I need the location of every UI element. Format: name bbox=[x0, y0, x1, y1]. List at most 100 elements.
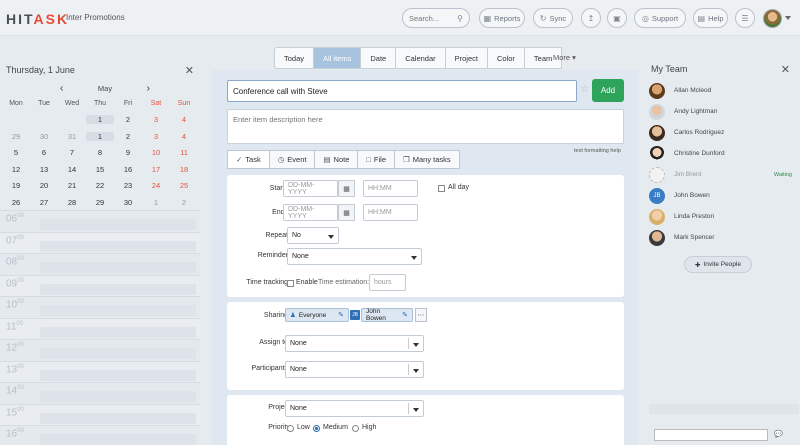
workspace-name[interactable]: Inter Promotions bbox=[66, 13, 125, 22]
help-button[interactable]: ▤ Help bbox=[693, 8, 728, 28]
tab-today[interactable]: Today bbox=[274, 47, 315, 69]
calendar-day[interactable]: 19 bbox=[2, 181, 30, 190]
calendar-day[interactable]: 22 bbox=[86, 181, 114, 190]
calendar-day[interactable]: 11 bbox=[170, 148, 198, 157]
enable-tracking-checkbox[interactable] bbox=[287, 280, 294, 287]
calendar-day[interactable]: 2 bbox=[170, 198, 198, 207]
calendar-day[interactable]: 3 bbox=[142, 115, 170, 124]
tab-calendar[interactable]: Calendar bbox=[395, 47, 446, 69]
calendar-day[interactable]: 10 bbox=[142, 148, 170, 157]
calendar-day[interactable]: 9 bbox=[114, 148, 142, 157]
end-date-field[interactable]: DD-MM-YYYY bbox=[283, 204, 338, 221]
upload-button[interactable]: ↥ bbox=[581, 8, 601, 28]
calendar-day[interactable]: 30 bbox=[114, 198, 142, 207]
repeat-select[interactable]: No bbox=[287, 227, 339, 244]
calendar-day[interactable]: 2 bbox=[114, 132, 142, 141]
calendar-day[interactable]: 4 bbox=[170, 132, 198, 141]
priority-high-radio[interactable] bbox=[352, 425, 359, 432]
hour-slot[interactable]: 1100 bbox=[0, 317, 200, 339]
priority-low-radio[interactable] bbox=[287, 425, 294, 432]
hour-slot[interactable]: 1300 bbox=[0, 360, 200, 382]
calendar-day[interactable]: 14 bbox=[58, 165, 86, 174]
hour-slot[interactable]: 0900 bbox=[0, 274, 200, 296]
invite-people-button[interactable]: ✚ Invite People bbox=[684, 256, 752, 273]
calendar-day[interactable]: 13 bbox=[30, 165, 58, 174]
edit-icon[interactable]: ✎ bbox=[402, 311, 408, 319]
calendar-day[interactable]: 24 bbox=[142, 181, 170, 190]
reports-button[interactable]: ▦ Reports bbox=[479, 8, 525, 28]
calendar-day[interactable]: 23 bbox=[114, 181, 142, 190]
calendar-day[interactable]: 28 bbox=[58, 198, 86, 207]
calendar-day[interactable]: 16 bbox=[114, 165, 142, 174]
archive-button[interactable]: ▣ bbox=[607, 8, 627, 28]
start-time-field[interactable]: HH:MM bbox=[363, 180, 418, 197]
sync-button[interactable]: ↻ Sync bbox=[533, 8, 573, 28]
close-icon[interactable]: ✕ bbox=[781, 63, 790, 76]
calendar-day[interactable]: 25 bbox=[170, 181, 198, 190]
formatting-help-link[interactable]: text formatting help bbox=[574, 148, 621, 154]
calendar-icon[interactable]: ▦ bbox=[338, 180, 355, 197]
hour-slot[interactable]: 1000 bbox=[0, 296, 200, 318]
calendar-day[interactable]: 20 bbox=[30, 181, 58, 190]
calendar-day[interactable]: 6 bbox=[30, 148, 58, 157]
tab-color[interactable]: Color bbox=[486, 47, 525, 69]
menu-button[interactable]: ☰ bbox=[735, 8, 755, 28]
team-member[interactable]: Christine Dunford bbox=[641, 143, 800, 164]
tab-all-items[interactable]: All items bbox=[313, 47, 362, 69]
team-member[interactable]: Linda Preston bbox=[641, 206, 800, 227]
participants-select[interactable]: None bbox=[285, 361, 424, 378]
more-sharing-button[interactable]: ⋯ bbox=[415, 308, 427, 322]
hour-slot[interactable]: 1600 bbox=[0, 425, 200, 445]
calendar-day[interactable]: 21 bbox=[58, 181, 86, 190]
team-member[interactable]: Jim Brent Waiting bbox=[641, 164, 800, 185]
support-button[interactable]: ◎ Support bbox=[634, 8, 686, 28]
chat-input[interactable] bbox=[654, 429, 768, 441]
calendar-day[interactable]: 15 bbox=[86, 165, 114, 174]
calendar-day[interactable]: 29 bbox=[2, 132, 30, 141]
calendar-day[interactable]: 1 bbox=[142, 198, 170, 207]
chevron-down-icon[interactable] bbox=[785, 16, 791, 20]
prev-month-icon[interactable]: ‹ bbox=[60, 83, 63, 94]
type-tab-note[interactable]: ▤ Note bbox=[314, 150, 359, 169]
chat-icon[interactable]: 💬 bbox=[774, 430, 783, 438]
priority-medium-radio[interactable] bbox=[313, 425, 320, 432]
calendar-day[interactable]: 2 bbox=[114, 115, 142, 124]
team-member[interactable]: JB John Bowen bbox=[641, 185, 800, 206]
calendar-day[interactable]: 12 bbox=[2, 165, 30, 174]
calendar-day[interactable]: 1 bbox=[86, 131, 114, 141]
allday-checkbox[interactable] bbox=[438, 185, 445, 192]
calendar-day[interactable]: 30 bbox=[30, 132, 58, 141]
type-tab-many-tasks[interactable]: ❐ Many tasks bbox=[394, 150, 460, 169]
item-title-input[interactable] bbox=[227, 80, 577, 102]
start-date-field[interactable]: DD-MM-YYYY bbox=[283, 180, 338, 197]
hour-slot[interactable]: 0700 bbox=[0, 231, 200, 253]
calendar-day[interactable]: 3 bbox=[142, 132, 170, 141]
calendar-day[interactable]: 26 bbox=[2, 198, 30, 207]
calendar-day[interactable]: 4 bbox=[170, 115, 198, 124]
more-menu[interactable]: More ▾ bbox=[553, 53, 576, 62]
calendar-icon[interactable]: ▦ bbox=[338, 204, 355, 221]
hour-slot[interactable]: 0800 bbox=[0, 253, 200, 275]
hour-slot[interactable]: 0600 bbox=[0, 210, 200, 232]
team-member[interactable]: Allan Mcleod bbox=[641, 80, 800, 101]
team-member[interactable]: Carlos Rodriguez bbox=[641, 122, 800, 143]
star-icon[interactable]: ☆ bbox=[580, 84, 589, 95]
type-tab-file[interactable]: □ File bbox=[357, 150, 396, 169]
app-logo[interactable]: HITASK bbox=[6, 11, 69, 27]
calendar-day[interactable]: 5 bbox=[2, 148, 30, 157]
calendar-day[interactable]: 29 bbox=[86, 198, 114, 207]
reminder-select[interactable]: None bbox=[287, 248, 422, 265]
next-month-icon[interactable]: › bbox=[147, 83, 150, 94]
search-input[interactable] bbox=[409, 13, 449, 23]
team-member[interactable]: Mark Spencer bbox=[641, 227, 800, 248]
user-avatar[interactable] bbox=[763, 9, 782, 28]
hour-slot[interactable]: 1200 bbox=[0, 339, 200, 361]
tab-date[interactable]: Date bbox=[360, 47, 397, 69]
add-button[interactable]: Add bbox=[592, 79, 624, 102]
team-panel-scroll[interactable] bbox=[649, 404, 799, 414]
description-input[interactable] bbox=[227, 109, 624, 144]
calendar-day[interactable]: 18 bbox=[170, 165, 198, 174]
team-member[interactable]: Andy Lightman bbox=[641, 101, 800, 122]
close-icon[interactable]: ✕ bbox=[185, 64, 194, 77]
hours-field[interactable]: hours bbox=[369, 274, 406, 291]
